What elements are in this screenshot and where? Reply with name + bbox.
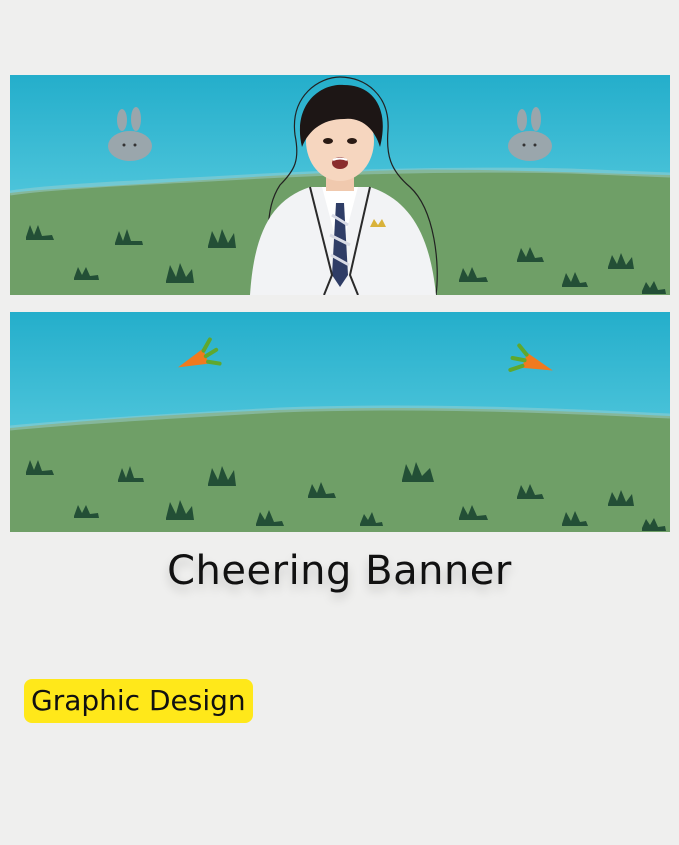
page-title: Cheering Banner [167, 548, 512, 594]
banner-bottom-scenery [10, 312, 670, 532]
member-photo [250, 76, 438, 295]
banner-bottom [10, 312, 670, 532]
category-tag: Graphic Design [24, 679, 253, 723]
banner-top [10, 75, 670, 295]
